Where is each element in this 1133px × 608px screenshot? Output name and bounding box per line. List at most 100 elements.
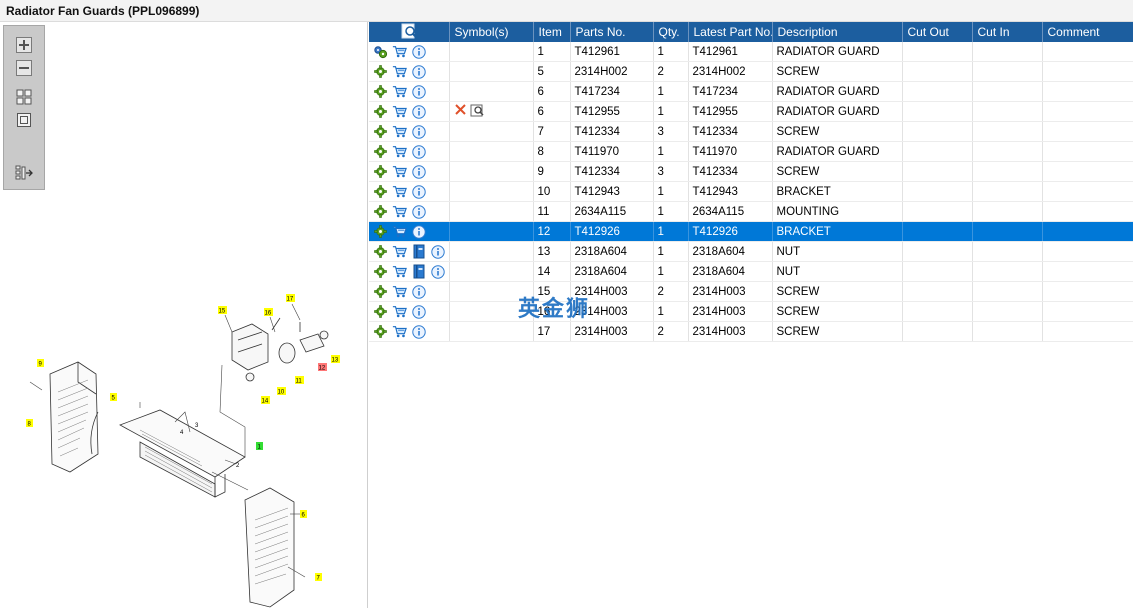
table-row[interactable]: 17 2314H003 2 2314H003 SCREW bbox=[369, 321, 1133, 342]
gear-icon[interactable] bbox=[373, 204, 388, 219]
zoom-in-button[interactable] bbox=[15, 36, 33, 54]
info-icon[interactable] bbox=[411, 304, 426, 319]
callout-16[interactable]: 16 bbox=[264, 308, 273, 317]
column-header-item[interactable]: Item bbox=[533, 22, 571, 42]
info-icon[interactable] bbox=[411, 224, 426, 239]
export-button[interactable] bbox=[15, 164, 33, 182]
book-icon[interactable] bbox=[411, 244, 426, 259]
info-icon[interactable] bbox=[411, 324, 426, 339]
callout-5[interactable]: 5 bbox=[110, 393, 117, 402]
callout-17[interactable]: 17 bbox=[286, 294, 295, 303]
callout-15[interactable]: 15 bbox=[218, 306, 227, 315]
fit-all-button[interactable] bbox=[15, 88, 33, 106]
cart-icon[interactable] bbox=[392, 224, 407, 239]
cart-icon[interactable] bbox=[392, 264, 407, 279]
callout-2[interactable]: 2 bbox=[236, 463, 240, 469]
info-icon[interactable] bbox=[430, 264, 445, 279]
cart-icon[interactable] bbox=[392, 84, 407, 99]
cart-icon[interactable] bbox=[392, 64, 407, 79]
cart-icon[interactable] bbox=[392, 204, 407, 219]
description-cell: NUT bbox=[772, 241, 903, 262]
description-cell: SCREW bbox=[772, 281, 903, 302]
info-icon[interactable] bbox=[411, 104, 426, 119]
book-icon[interactable] bbox=[411, 264, 426, 279]
gear-icon[interactable] bbox=[373, 224, 388, 239]
table-row[interactable]: 7 T412334 3 T412334 SCREW bbox=[369, 121, 1133, 142]
gear-icon[interactable] bbox=[373, 64, 388, 79]
info-icon[interactable] bbox=[430, 244, 445, 259]
callout-11[interactable]: 11 bbox=[295, 376, 304, 385]
callout-12[interactable]: 12 bbox=[318, 363, 327, 372]
gear-icon[interactable] bbox=[373, 244, 388, 259]
cart-icon[interactable] bbox=[392, 164, 407, 179]
table-row[interactable]: 14 2318A604 1 2318A604 NUT bbox=[369, 261, 1133, 282]
table-row[interactable]: 5 2314H002 2 2314H002 SCREW bbox=[369, 61, 1133, 82]
table-row[interactable]: 6 T412955 1 T412955 RADIATOR GUARD bbox=[369, 101, 1133, 122]
gear-icon[interactable] bbox=[373, 104, 388, 119]
callout-7[interactable]: 7 bbox=[315, 573, 322, 582]
gears-icon[interactable] bbox=[373, 44, 388, 59]
cart-icon[interactable] bbox=[392, 184, 407, 199]
gear-icon[interactable] bbox=[373, 324, 388, 339]
column-header-cut-out[interactable]: Cut Out bbox=[902, 22, 973, 42]
info-icon[interactable] bbox=[411, 284, 426, 299]
gear-icon[interactable] bbox=[373, 124, 388, 139]
callout-14[interactable]: 14 bbox=[261, 396, 270, 405]
gear-icon[interactable] bbox=[373, 164, 388, 179]
column-header-symbols[interactable]: Symbol(s) bbox=[449, 22, 534, 42]
actual-size-button[interactable] bbox=[15, 111, 33, 129]
gear-icon[interactable] bbox=[373, 184, 388, 199]
column-header-qty[interactable]: Qty. bbox=[653, 22, 689, 42]
info-icon[interactable] bbox=[411, 144, 426, 159]
info-icon[interactable] bbox=[411, 204, 426, 219]
callout-13[interactable]: 13 bbox=[331, 355, 340, 364]
info-icon[interactable] bbox=[411, 84, 426, 99]
callout-3[interactable]: 3 bbox=[195, 423, 199, 429]
table-row[interactable]: 11 2634A115 1 2634A115 MOUNTING bbox=[369, 201, 1133, 222]
latest-part-number-cell: 2314H002 bbox=[688, 61, 773, 82]
table-row[interactable]: 13 2318A604 1 2318A604 NUT bbox=[369, 241, 1133, 262]
callout-6[interactable]: 6 bbox=[300, 510, 307, 519]
table-row[interactable]: 16 2314H003 1 2314H003 SCREW bbox=[369, 301, 1133, 322]
table-row[interactable]: 6 T417234 1 T417234 RADIATOR GUARD bbox=[369, 81, 1133, 102]
callout-8[interactable]: 8 bbox=[26, 419, 33, 428]
info-icon[interactable] bbox=[411, 44, 426, 59]
callout-10[interactable]: 10 bbox=[277, 387, 286, 396]
info-icon[interactable] bbox=[411, 124, 426, 139]
info-icon[interactable] bbox=[411, 164, 426, 179]
cart-icon[interactable] bbox=[392, 304, 407, 319]
info-icon[interactable] bbox=[411, 184, 426, 199]
cart-icon[interactable] bbox=[392, 144, 407, 159]
table-row[interactable]: 1 T412961 1 T412961 RADIATOR GUARD bbox=[369, 42, 1133, 62]
cart-icon[interactable] bbox=[392, 104, 407, 119]
callout-1[interactable]: 1 bbox=[256, 442, 263, 451]
gear-icon[interactable] bbox=[373, 144, 388, 159]
gear-icon[interactable] bbox=[373, 264, 388, 279]
gear-icon[interactable] bbox=[373, 284, 388, 299]
cart-icon[interactable] bbox=[392, 124, 407, 139]
zoom-out-button[interactable] bbox=[15, 59, 33, 77]
callout-9[interactable]: 9 bbox=[37, 359, 44, 368]
table-row[interactable]: 12 T412926 1 T412926 BRACKET bbox=[369, 221, 1133, 242]
cart-icon[interactable] bbox=[392, 284, 407, 299]
superseded-symbol-icon[interactable] bbox=[454, 103, 488, 118]
table-row[interactable]: 15 2314H003 2 2314H003 SCREW bbox=[369, 281, 1133, 302]
column-header-actions[interactable] bbox=[369, 22, 450, 42]
gear-icon[interactable] bbox=[373, 84, 388, 99]
info-icon[interactable] bbox=[411, 64, 426, 79]
table-row[interactable]: 10 T412943 1 T412943 BRACKET bbox=[369, 181, 1133, 202]
part-number-cell: T412334 bbox=[570, 121, 654, 142]
column-header-comment[interactable]: Comment bbox=[1042, 22, 1133, 42]
table-row[interactable]: 9 T412334 3 T412334 SCREW bbox=[369, 161, 1133, 182]
gear-icon[interactable] bbox=[373, 304, 388, 319]
column-header-latest-part-no[interactable]: Latest Part No. bbox=[688, 22, 773, 42]
column-header-description[interactable]: Description bbox=[772, 22, 903, 42]
cart-icon[interactable] bbox=[392, 324, 407, 339]
column-header-parts-no[interactable]: Parts No. bbox=[570, 22, 654, 42]
cart-icon[interactable] bbox=[392, 44, 407, 59]
cut-out-cell bbox=[902, 201, 973, 222]
symbol-cell bbox=[449, 141, 534, 162]
column-header-cut-in[interactable]: Cut In bbox=[972, 22, 1043, 42]
cart-icon[interactable] bbox=[392, 244, 407, 259]
table-row[interactable]: 8 T411970 1 T411970 RADIATOR GUARD bbox=[369, 141, 1133, 162]
